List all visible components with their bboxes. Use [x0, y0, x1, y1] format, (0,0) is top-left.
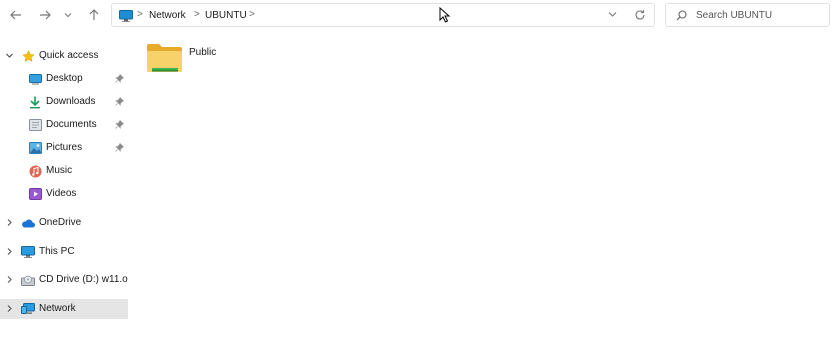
arrow-up-icon — [89, 9, 99, 20]
sidebar-item-label: Videos — [46, 188, 77, 199]
folder-item-public[interactable]: Public — [146, 42, 236, 76]
sidebar-item-label: Pictures — [46, 142, 83, 153]
forward-button[interactable] — [36, 7, 54, 23]
sidebar-item-quick-access[interactable]: Quick access — [0, 46, 128, 66]
chevron-down-icon — [64, 13, 72, 18]
refresh-icon[interactable] — [634, 9, 646, 21]
sidebar-item-label: This PC — [39, 246, 75, 257]
pin-icon[interactable] — [115, 143, 124, 152]
sidebar-item-documents[interactable]: Documents — [0, 115, 128, 135]
downloads-icon — [28, 95, 42, 109]
chevron-down-icon[interactable] — [608, 11, 617, 18]
pictures-icon — [28, 141, 42, 155]
sidebar-item-label: OneDrive — [39, 217, 82, 228]
search-icon — [676, 10, 687, 21]
folder-name: Public — [189, 47, 217, 58]
chevron-right-icon[interactable] — [5, 247, 14, 256]
sidebar-item-network[interactable]: Network — [0, 299, 128, 319]
sidebar-item-cd-drive[interactable]: CD Drive (D:) w11.of — [0, 270, 128, 290]
desktop-icon — [28, 72, 42, 86]
sidebar-item-onedrive[interactable]: OneDrive — [0, 213, 128, 233]
sidebar-item-label: Desktop — [46, 73, 83, 84]
address-bar[interactable]: > Network > UBUNTU > — [111, 3, 655, 27]
sidebar-item-label: Documents — [46, 119, 97, 130]
chevron-right-icon[interactable] — [5, 218, 14, 227]
search-input[interactable] — [696, 8, 824, 23]
sidebar-item-label: CD Drive (D:) w11.of — [39, 274, 128, 285]
network-icon — [21, 302, 35, 316]
pin-icon[interactable] — [115, 74, 124, 83]
pin-icon[interactable] — [115, 97, 124, 106]
breadcrumb-separator[interactable]: > — [249, 9, 255, 20]
documents-icon — [28, 118, 42, 132]
arrow-left-icon — [10, 10, 21, 20]
sidebar-item-music[interactable]: Music — [0, 161, 128, 181]
sidebar-item-downloads[interactable]: Downloads — [0, 92, 128, 112]
chevron-right-icon[interactable] — [5, 304, 14, 313]
pin-icon[interactable] — [115, 120, 124, 129]
breadcrumb-network[interactable]: Network — [149, 10, 186, 21]
sidebar-item-label: Quick access — [39, 50, 99, 61]
sidebar-item-pictures[interactable]: Pictures — [0, 138, 128, 158]
computer-icon — [119, 10, 133, 22]
recent-locations-button[interactable] — [61, 7, 75, 23]
music-icon — [28, 164, 42, 178]
arrow-right-icon — [40, 10, 51, 20]
chevron-right-icon[interactable] — [5, 275, 14, 284]
back-button[interactable] — [7, 7, 25, 23]
mouse-cursor-icon — [439, 7, 451, 23]
breadcrumb-separator[interactable]: > — [137, 9, 143, 20]
sidebar-item-label: Music — [46, 165, 73, 176]
breadcrumb-ubuntu[interactable]: UBUNTU — [205, 10, 247, 21]
cd-drive-icon — [21, 273, 35, 287]
sidebar-item-desktop[interactable]: Desktop — [0, 69, 128, 89]
folder-icon — [147, 44, 182, 72]
computer-icon — [21, 245, 35, 259]
star-icon — [21, 49, 35, 63]
up-button[interactable] — [85, 7, 103, 23]
search-box[interactable] — [665, 3, 830, 27]
sidebar-item-label: Downloads — [46, 96, 96, 107]
breadcrumb-separator[interactable]: > — [194, 9, 200, 20]
cloud-icon — [21, 216, 35, 230]
sidebar-item-label: Network — [39, 303, 76, 314]
videos-icon — [28, 187, 42, 201]
sidebar-item-videos[interactable]: Videos — [0, 184, 128, 204]
sidebar-item-this-pc[interactable]: This PC — [0, 242, 128, 262]
chevron-down-icon[interactable] — [5, 51, 14, 60]
